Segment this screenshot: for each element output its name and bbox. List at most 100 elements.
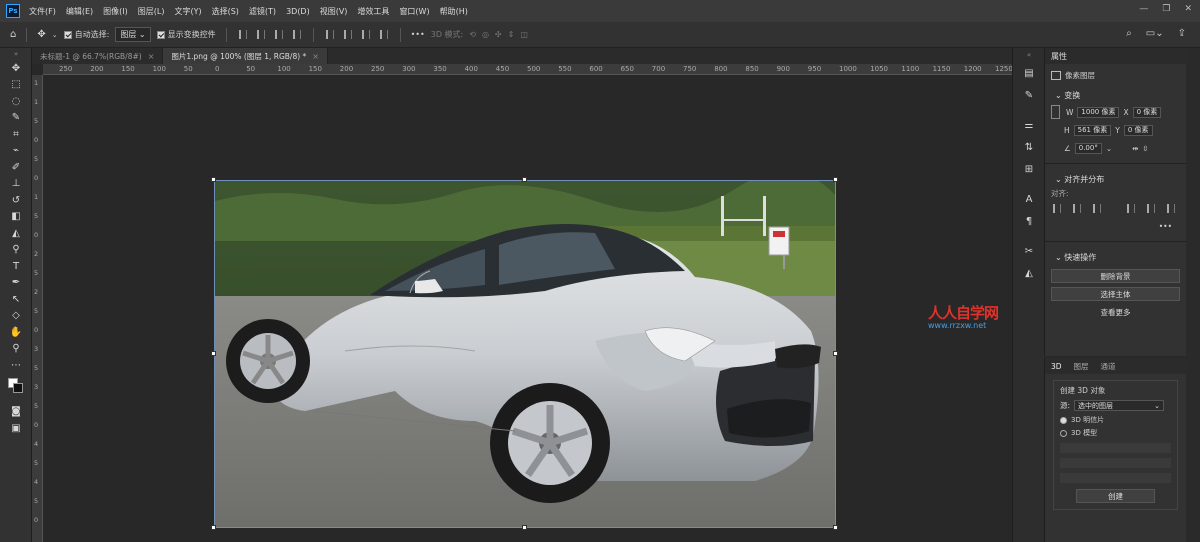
history-brush-icon[interactable]: ↺: [0, 192, 32, 209]
view-more-link[interactable]: 查看更多: [1045, 307, 1186, 318]
3d-pan-icon[interactable]: ✣: [495, 30, 502, 39]
menu-edit[interactable]: 编辑(E): [61, 6, 98, 17]
3d-slide-icon[interactable]: ⇕: [508, 30, 515, 39]
quick-mask-icon[interactable]: ◙: [0, 404, 32, 421]
transform-handle-tr[interactable]: [833, 177, 838, 182]
share-icon[interactable]: ⇪: [1178, 28, 1186, 39]
pen-tool-icon[interactable]: ✒: [0, 275, 32, 292]
3d-roll-icon[interactable]: ◎: [482, 30, 489, 39]
transform-section-title[interactable]: ⌄ 变换: [1045, 86, 1186, 103]
menu-help[interactable]: 帮助(H): [435, 6, 473, 17]
menu-layer[interactable]: 图层(L): [133, 6, 170, 17]
screen-mode-icon[interactable]: ▣: [0, 420, 32, 437]
distribute-icon[interactable]: [292, 30, 301, 39]
flip-vertical-icon[interactable]: ⇳: [1142, 144, 1148, 153]
y-input[interactable]: 0 像素: [1123, 124, 1153, 136]
select-subject-button[interactable]: 选择主体: [1051, 287, 1180, 301]
lasso-tool-icon[interactable]: ◌: [0, 93, 32, 110]
brush-settings-icon[interactable]: ✎: [1013, 84, 1045, 106]
menu-type[interactable]: 文字(Y): [169, 6, 206, 17]
zoom-tool-icon[interactable]: ⚲: [0, 341, 32, 358]
panel-scrollbar[interactable]: [1186, 48, 1200, 542]
align-bottom-icon[interactable]: [361, 30, 370, 39]
shape-tool-icon[interactable]: ◇: [0, 308, 32, 325]
menu-3d[interactable]: 3D(D): [281, 7, 315, 16]
align-top-icon[interactable]: [1127, 203, 1135, 213]
option-postcard[interactable]: 3D 明信片: [1060, 415, 1171, 425]
collapse-icon[interactable]: «: [1013, 48, 1045, 62]
distribute-vertical-icon[interactable]: [379, 30, 388, 39]
align-right-icon[interactable]: [1093, 203, 1101, 213]
gradient-tool-icon[interactable]: ◭: [0, 225, 32, 242]
menu-filter[interactable]: 滤镜(T): [244, 6, 281, 17]
align-left-icon[interactable]: [1053, 203, 1061, 213]
align-left-icon[interactable]: [238, 30, 247, 39]
transform-handle-mr[interactable]: [833, 351, 838, 356]
align-right-icon[interactable]: [274, 30, 283, 39]
align-middle-icon[interactable]: [343, 30, 352, 39]
flip-horizontal-icon[interactable]: ⇹: [1132, 144, 1138, 153]
transform-handle-bm[interactable]: [522, 525, 527, 530]
search-icon[interactable]: ⌕: [1126, 28, 1132, 39]
width-input[interactable]: 1000 像素: [1077, 106, 1120, 118]
transform-handle-bl[interactable]: [211, 525, 216, 530]
restore-icon[interactable]: ❐: [1162, 4, 1170, 14]
link-dimensions-icon[interactable]: [1051, 105, 1060, 119]
quick-actions-title[interactable]: ⌄ 快速操作: [1045, 248, 1186, 265]
transform-handle-br[interactable]: [833, 525, 838, 530]
menu-select[interactable]: 选择(S): [207, 6, 244, 17]
transform-handle-tm[interactable]: [522, 177, 527, 182]
menu-window[interactable]: 窗口(W): [394, 6, 434, 17]
transform-handle-ml[interactable]: [211, 351, 216, 356]
tab-document-1[interactable]: 未标题-1 @ 66.7%(RGB/8#) ×: [32, 48, 164, 64]
angle-input[interactable]: 0.00°: [1074, 142, 1102, 154]
adjustments-icon[interactable]: ⚌: [1013, 114, 1045, 136]
chevron-down-icon[interactable]: ⌄: [52, 31, 58, 39]
close-icon[interactable]: ×: [312, 52, 319, 61]
align-center-icon[interactable]: [256, 30, 265, 39]
collapse-icon[interactable]: »: [0, 48, 32, 60]
3d-panel-icon[interactable]: ◭: [1013, 262, 1045, 284]
car-photo[interactable]: [214, 180, 836, 528]
auto-select-checkbox[interactable]: 自动选择:: [63, 29, 109, 40]
align-top-icon[interactable]: [325, 30, 334, 39]
move-tool-icon[interactable]: ✥: [37, 29, 45, 40]
character-panel-icon[interactable]: A: [1013, 188, 1045, 210]
paragraph-panel-icon[interactable]: ¶: [1013, 210, 1045, 232]
transform-handle-tl[interactable]: [211, 177, 216, 182]
eraser-tool-icon[interactable]: ◧: [0, 209, 32, 226]
tools-panel-icon[interactable]: ✂: [1013, 240, 1045, 262]
background-color-swatch[interactable]: [13, 382, 23, 393]
height-input[interactable]: 561 像素: [1073, 124, 1112, 136]
close-icon[interactable]: ×: [148, 52, 155, 61]
clone-source-icon[interactable]: ⊞: [1013, 158, 1045, 180]
tab-channels[interactable]: 通道: [1101, 361, 1116, 372]
color-swatches[interactable]: [0, 374, 31, 404]
close-icon[interactable]: ✕: [1184, 4, 1192, 14]
brush-tool-icon[interactable]: ✐: [0, 159, 32, 176]
align-more-button[interactable]: •••: [1045, 217, 1186, 235]
align-section-title[interactable]: ⌄ 对齐并分布: [1045, 170, 1186, 187]
menu-file[interactable]: 文件(F): [24, 6, 61, 17]
option-3d-model[interactable]: 3D 模型: [1060, 428, 1171, 438]
menu-image[interactable]: 图像(I): [98, 6, 133, 17]
3d-rotate-icon[interactable]: ⟲: [469, 30, 476, 39]
auto-select-dropdown[interactable]: 图层 ⌄: [115, 27, 151, 42]
x-input[interactable]: 0 像素: [1132, 106, 1162, 118]
crop-tool-icon[interactable]: ⌗: [0, 126, 32, 143]
more-tools-icon[interactable]: ⋯: [0, 357, 32, 374]
minimize-icon[interactable]: —: [1139, 4, 1148, 14]
history-panel-icon[interactable]: ▤: [1013, 62, 1045, 84]
tab-properties[interactable]: 属性: [1045, 48, 1186, 64]
tab-3d[interactable]: 3D: [1051, 362, 1062, 371]
align-center-icon[interactable]: [1073, 203, 1081, 213]
menu-plugins[interactable]: 增效工具: [352, 6, 394, 17]
source-dropdown[interactable]: 选中的图层 ⌄: [1074, 400, 1165, 411]
path-select-icon[interactable]: ↖: [0, 291, 32, 308]
workspace-icon[interactable]: ▭⌄: [1146, 28, 1164, 39]
menu-view[interactable]: 视图(V): [315, 6, 353, 17]
align-middle-icon[interactable]: [1147, 203, 1155, 213]
tab-document-2[interactable]: 图片1.png @ 100% (图层 1, RGB/8) * ×: [163, 48, 328, 64]
align-bottom-icon[interactable]: [1167, 203, 1175, 213]
remove-background-button[interactable]: 删除背景: [1051, 269, 1180, 283]
